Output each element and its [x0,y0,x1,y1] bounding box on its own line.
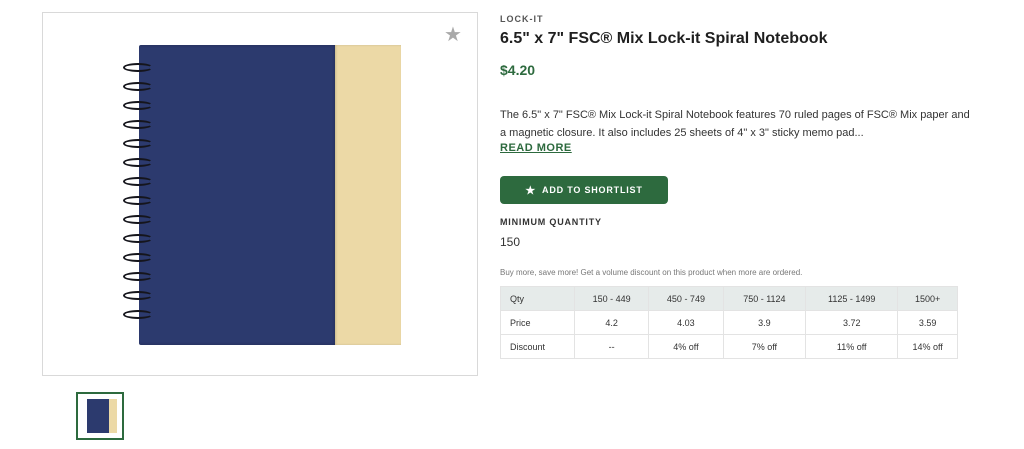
thumbnail-cover [87,399,109,433]
favorite-star-icon[interactable]: ★ [443,25,463,45]
spiral-ring [123,234,153,243]
notebook-cover [139,45,337,345]
table-cell: 3.59 [897,310,958,335]
table-row: Discount -- 4% off 7% off 11% off 14% of… [500,334,958,359]
table-cell: 4.2 [573,310,650,335]
table-row: Price 4.2 4.03 3.9 3.72 3.59 [500,310,958,335]
table-cell: Price [500,310,575,335]
notebook-spiral [121,63,155,333]
table-cell: 3.72 [805,310,899,335]
spiral-ring [123,215,153,224]
spiral-ring [123,63,153,72]
table-cell: -- [573,334,650,359]
spiral-ring [123,253,153,262]
table-cell: 11% off [805,334,899,359]
table-header-cell: 750 - 1124 [722,286,807,311]
volume-discount-note: Buy more, save more! Get a volume discou… [500,268,803,277]
spiral-ring [123,101,153,110]
table-cell: 4.03 [648,310,724,335]
brand-label[interactable]: LOCK-IT [500,14,544,24]
minimum-quantity-label: MINIMUM QUANTITY [500,217,602,227]
spiral-ring [123,177,153,186]
notebook-flap [335,45,401,345]
table-header-cell: Qty [500,286,575,311]
thumbnail-flap [109,399,117,433]
table-cell: 7% off [722,334,807,359]
product-price: $4.20 [500,62,536,78]
spiral-ring [123,120,153,129]
add-to-shortlist-label: ADD TO SHORTLIST [542,185,643,195]
table-header-cell: 1125 - 1499 [805,286,899,311]
minimum-quantity-value: 150 [500,235,521,249]
table-header-cell: 450 - 749 [648,286,724,311]
spiral-ring [123,158,153,167]
spiral-ring [123,310,153,319]
product-title: 6.5" x 7" FSC® Mix Lock-it Spiral Notebo… [500,30,828,47]
add-to-shortlist-button[interactable]: ★ ADD TO SHORTLIST [500,176,668,204]
read-more-link[interactable]: READ MORE [500,142,572,154]
spiral-ring [123,196,153,205]
table-header-cell: 150 - 449 [573,286,650,311]
product-description: The 6.5" x 7" FSC® Mix Lock-it Spiral No… [500,109,970,139]
spiral-ring [123,139,153,148]
table-cell: 4% off [648,334,724,359]
product-image-frame: ★ [42,12,478,376]
table-cell: 3.9 [722,310,807,335]
star-icon: ★ [525,184,537,197]
volume-pricing-table: Qty 150 - 449 450 - 749 750 - 1124 1125 … [500,286,958,359]
table-header-row: Qty 150 - 449 450 - 749 750 - 1124 1125 … [500,286,958,311]
spiral-ring [123,291,153,300]
table-cell: Discount [500,334,575,359]
spiral-ring [123,272,153,281]
table-header-cell: 1500+ [897,286,958,311]
thumbnail-image[interactable] [76,392,124,440]
table-cell: 14% off [897,334,958,359]
spiral-ring [123,82,153,91]
product-image[interactable] [121,43,407,345]
